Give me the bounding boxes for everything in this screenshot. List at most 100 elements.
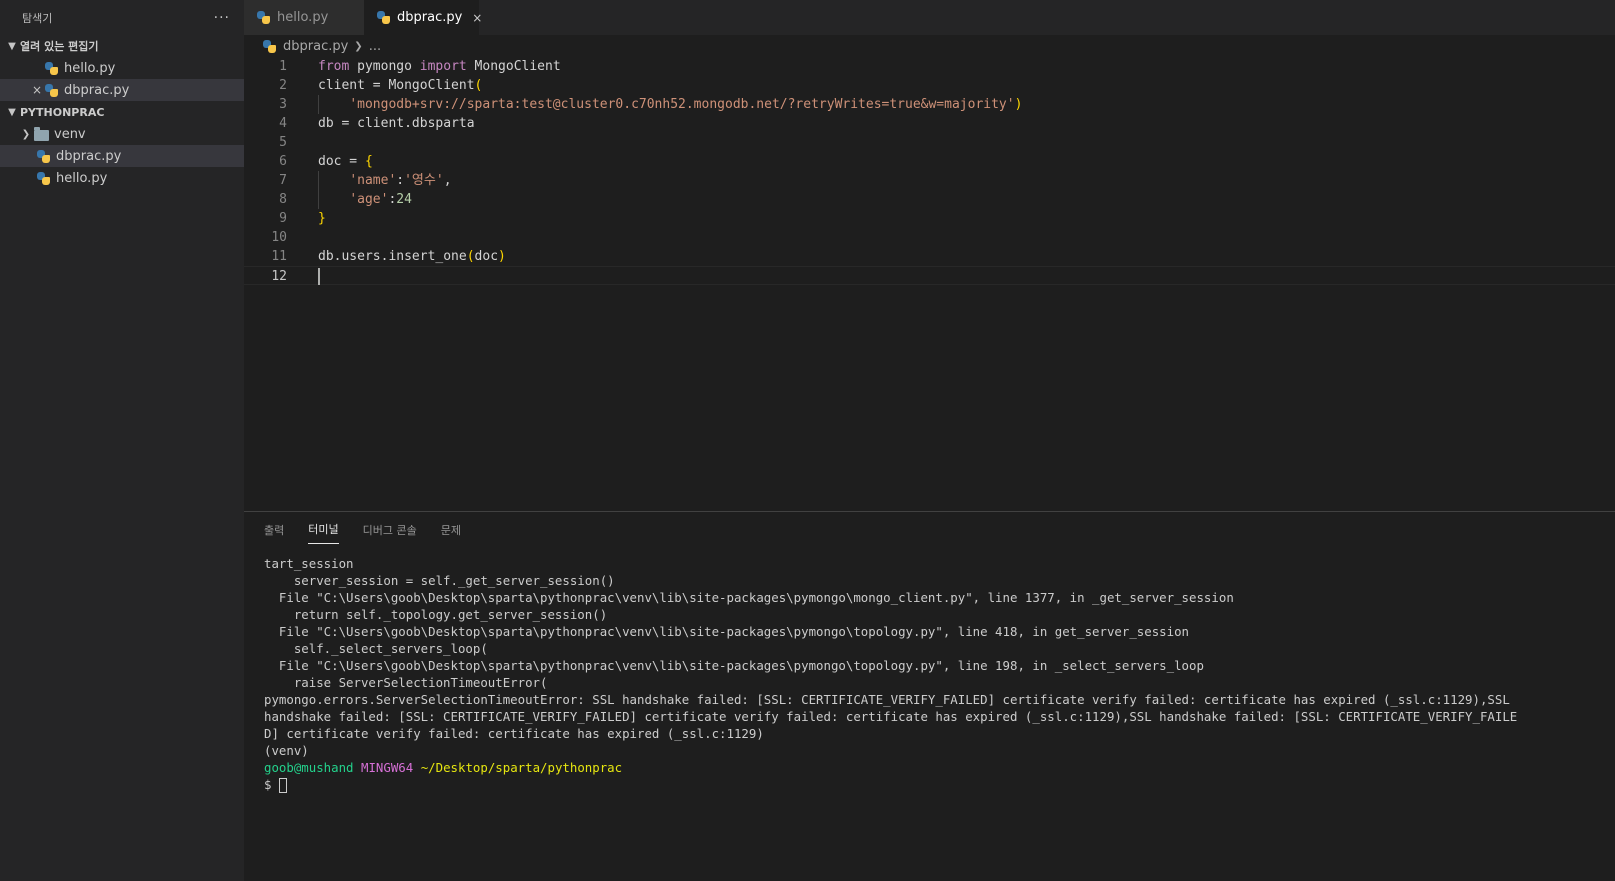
- open-editors-label: 열려 있는 편집기: [20, 40, 99, 53]
- line-number: 7: [279, 173, 287, 188]
- code-line: 7 'name':'영수',: [244, 171, 1615, 190]
- prompt-path: ~/Desktop/sparta/pythonprac: [420, 760, 623, 775]
- tree-item-dbprac[interactable]: dbprac.py: [0, 145, 244, 167]
- project-section[interactable]: ▼ PYTHONPRAC: [0, 101, 244, 123]
- open-editor-label: hello.py: [64, 60, 116, 76]
- code-line: 4 db = client.dbsparta: [244, 114, 1615, 133]
- explorer-sidebar: 탐색기 ··· ▼ 열려 있는 편집기 hello.py × dbprac.py…: [0, 0, 244, 881]
- bottom-panel: 출력 터미널 디버그 콘솔 문제 tart_session server_ses…: [244, 511, 1615, 881]
- folder-icon: [34, 126, 49, 141]
- line-number: 1: [279, 59, 287, 74]
- breadcrumb-file[interactable]: dbprac.py: [283, 39, 348, 54]
- terminal-line: return self._topology.get_server_session…: [264, 607, 608, 622]
- terminal-cursor: [278, 778, 287, 793]
- project-label: PYTHONPRAC: [20, 105, 105, 119]
- tree-item-label: venv: [54, 126, 86, 142]
- chevron-down-icon: ▼: [8, 106, 16, 118]
- code-text: db = client.dbsparta: [318, 116, 475, 131]
- line-number: 10: [271, 230, 287, 245]
- line-number: 5: [279, 135, 287, 150]
- open-editor-item-hello[interactable]: hello.py: [0, 57, 244, 79]
- python-file-icon: [44, 83, 59, 98]
- terminal-line: self._select_servers_loop(: [264, 641, 488, 656]
- code-text: from pymongo import MongoClient: [318, 59, 561, 74]
- python-file-icon: [44, 61, 59, 76]
- breadcrumb-rest[interactable]: ...: [369, 39, 381, 54]
- line-number: 9: [279, 211, 287, 226]
- terminal-line: handshake failed: [SSL: CERTIFICATE_VERI…: [264, 709, 1518, 724]
- terminal-line: tart_session: [264, 556, 354, 571]
- tree-item-label: dbprac.py: [56, 148, 122, 164]
- close-icon[interactable]: ×: [472, 11, 482, 25]
- tab-hello[interactable]: hello.py: [244, 0, 364, 35]
- code-text: doc = {: [318, 154, 373, 169]
- terminal-input-line[interactable]: $: [264, 776, 1615, 793]
- line-number: 6: [279, 154, 287, 169]
- tree-item-venv[interactable]: ❯ venv: [0, 123, 244, 145]
- code-line: 5: [244, 133, 1615, 152]
- line-number: 11: [271, 249, 287, 264]
- terminal-line: File "C:\Users\goob\Desktop\sparta\pytho…: [264, 590, 1234, 605]
- terminal-output[interactable]: tart_session server_session = self._get_…: [244, 547, 1615, 793]
- chevron-down-icon: ▼: [8, 40, 16, 52]
- line-number: 3: [279, 97, 287, 112]
- code-text: 'age':24: [349, 192, 412, 207]
- breadcrumb: dbprac.py ❯ ...: [244, 35, 1615, 57]
- open-editors-section[interactable]: ▼ 열려 있는 편집기: [0, 35, 244, 57]
- code-line: 6 doc = {: [244, 152, 1615, 171]
- open-editor-item-dbprac[interactable]: × dbprac.py: [0, 79, 244, 101]
- line-number: 2: [279, 78, 287, 93]
- terminal-line: File "C:\Users\goob\Desktop\sparta\pytho…: [264, 624, 1190, 639]
- terminal-line: D] certificate verify failed: certificat…: [264, 726, 764, 741]
- code-text: }: [318, 211, 326, 226]
- python-file-icon: [36, 149, 51, 164]
- code-line: 2 client = MongoClient(: [244, 76, 1615, 95]
- close-icon[interactable]: ×: [30, 83, 44, 97]
- code-line: 9 }: [244, 209, 1615, 228]
- explorer-title: 탐색기: [22, 11, 53, 25]
- python-file-icon: [376, 10, 391, 25]
- python-file-icon: [256, 10, 271, 25]
- code-text: 'name':'영수',: [349, 173, 452, 188]
- text-cursor: [318, 268, 320, 285]
- explorer-header: 탐색기 ···: [0, 0, 244, 35]
- editor-tab-bar: hello.py dbprac.py ×: [244, 0, 1615, 35]
- more-actions-icon[interactable]: ···: [214, 10, 230, 26]
- prompt-user: goob@mushand: [264, 760, 354, 775]
- tab-label: hello.py: [277, 10, 329, 25]
- tab-debug-console[interactable]: 디버그 콘솔: [363, 516, 417, 544]
- tab-output[interactable]: 출력: [264, 516, 284, 544]
- code-text: db.users.insert_one(doc): [318, 249, 506, 264]
- open-editor-label: dbprac.py: [64, 82, 130, 98]
- code-line: 10: [244, 228, 1615, 247]
- line-number: 4: [279, 116, 287, 131]
- code-line: 8 'age':24: [244, 190, 1615, 209]
- tab-label: dbprac.py: [397, 10, 463, 25]
- python-file-icon: [36, 171, 51, 186]
- code-line: 11 db.users.insert_one(doc): [244, 247, 1615, 266]
- code-text: [287, 267, 320, 285]
- code-line: 1 from pymongo import MongoClient: [244, 57, 1615, 76]
- terminal-prompt: goob@mushand MINGW64 ~/Desktop/sparta/py…: [264, 759, 1615, 776]
- tree-item-hello[interactable]: hello.py: [0, 167, 244, 189]
- terminal-line: server_session = self._get_server_sessio…: [264, 573, 615, 588]
- chevron-right-icon: ❯: [354, 40, 363, 52]
- prompt-symbol: $: [264, 777, 272, 792]
- tab-problems[interactable]: 문제: [441, 516, 461, 544]
- line-number: 12: [271, 269, 287, 284]
- code-text: 'mongodb+srv://sparta:test@cluster0.c70n…: [349, 97, 1023, 112]
- terminal-line: File "C:\Users\goob\Desktop\sparta\pytho…: [264, 658, 1204, 673]
- panel-tabs: 출력 터미널 디버그 콘솔 문제: [244, 512, 1615, 547]
- tab-dbprac[interactable]: dbprac.py ×: [364, 0, 482, 35]
- terminal-line: pymongo.errors.ServerSelectionTimeoutErr…: [264, 692, 1510, 707]
- code-editor[interactable]: 1 from pymongo import MongoClient 2 clie…: [244, 57, 1615, 511]
- code-text: client = MongoClient(: [318, 78, 483, 93]
- code-line-current: 12: [244, 266, 1615, 285]
- tab-terminal[interactable]: 터미널: [308, 515, 339, 544]
- chevron-right-icon: ❯: [21, 128, 31, 140]
- terminal-line: (venv): [264, 743, 309, 758]
- tree-item-label: hello.py: [56, 170, 108, 186]
- code-line: 3 'mongodb+srv://sparta:test@cluster0.c7…: [244, 95, 1615, 114]
